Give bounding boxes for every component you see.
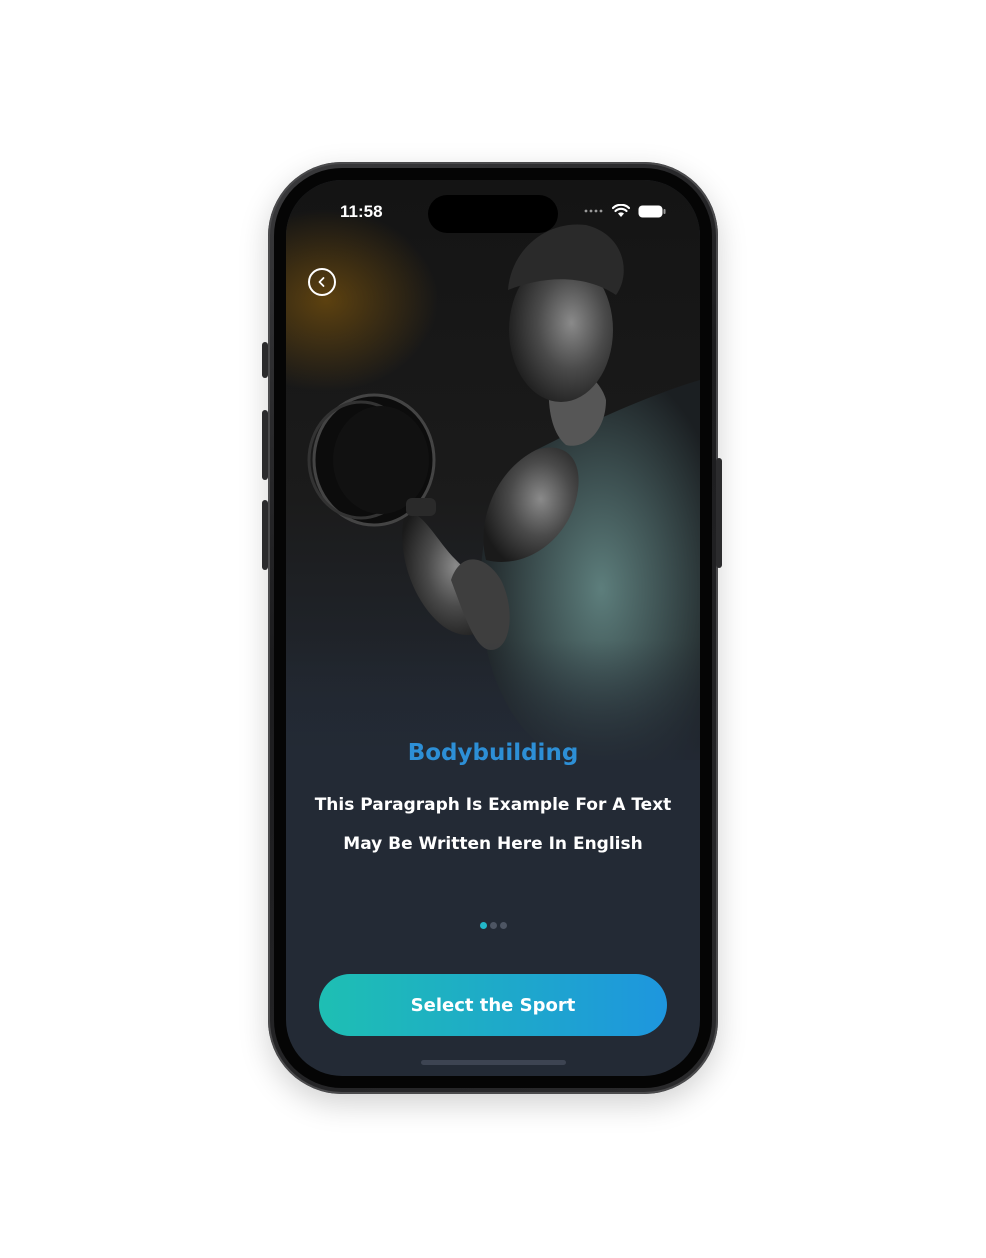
page-indicator <box>286 922 700 929</box>
description-line-1: This Paragraph Is Example For A Text <box>314 795 672 815</box>
select-sport-button[interactable]: Select the Sport <box>319 974 667 1036</box>
status-icons <box>584 204 666 218</box>
page-dot-3[interactable] <box>499 922 507 929</box>
signal-dots-icon <box>584 209 603 213</box>
volume-up-button <box>262 410 268 480</box>
status-time: 11:58 <box>340 202 383 221</box>
page-dot-1[interactable] <box>479 922 487 929</box>
app-screen: 11:58 Bodybuilding This Paragraph Is Exa… <box>286 180 700 1076</box>
back-button[interactable] <box>308 268 336 296</box>
home-indicator[interactable] <box>421 1060 566 1065</box>
power-button <box>716 458 722 568</box>
volume-down-button <box>262 500 268 570</box>
page-dot-2[interactable] <box>489 922 497 929</box>
sport-description: This Paragraph Is Example For A Text May… <box>306 786 680 864</box>
stage: 11:58 Bodybuilding This Paragraph Is Exa… <box>0 0 986 1258</box>
sport-title: Bodybuilding <box>407 740 579 766</box>
wifi-icon <box>612 204 630 217</box>
description-line-2: May Be Written Here In English <box>343 834 643 854</box>
action-button <box>262 342 268 378</box>
chevron-left-icon <box>318 277 325 287</box>
dynamic-island <box>428 195 558 233</box>
battery-icon <box>638 205 666 217</box>
